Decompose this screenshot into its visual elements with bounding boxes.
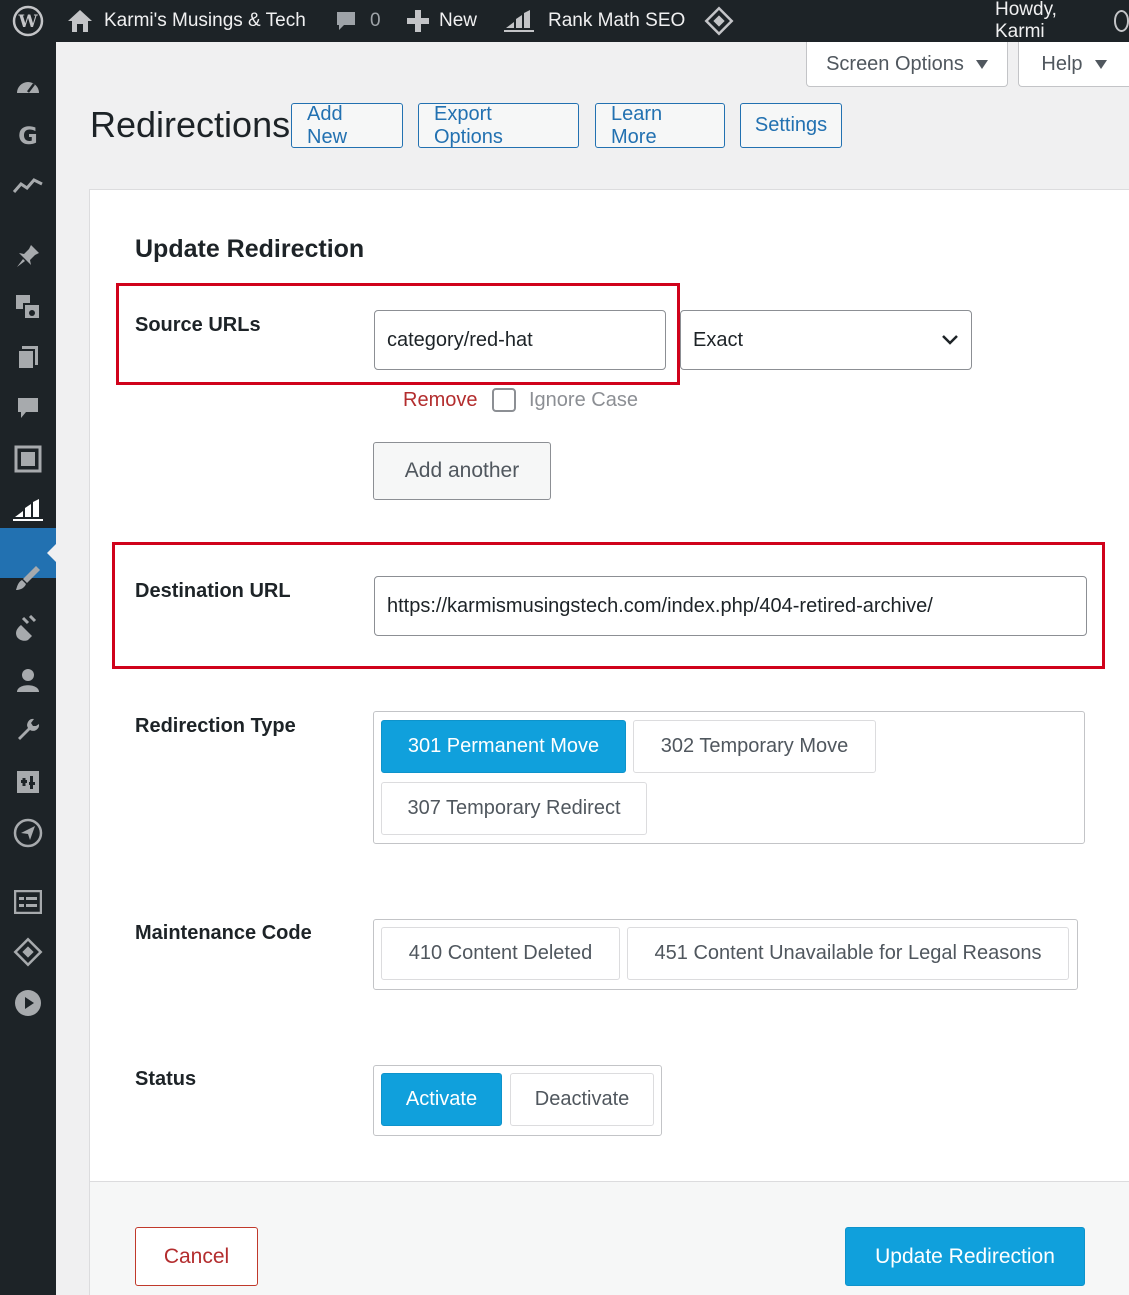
learn-more-button[interactable]: Learn More bbox=[595, 103, 725, 148]
destination-url-label: Destination URL bbox=[135, 580, 291, 602]
analytics-icon[interactable] bbox=[12, 169, 44, 201]
my-account-link[interactable]: Howdy, Karmi bbox=[995, 0, 1129, 42]
diamond-menu-icon[interactable] bbox=[12, 936, 44, 968]
settings-button[interactable]: Settings bbox=[740, 103, 842, 148]
rank-math-menu-icon[interactable] bbox=[12, 494, 44, 526]
cancel-button[interactable]: Cancel bbox=[135, 1227, 258, 1286]
ignore-case-checkbox[interactable] bbox=[492, 388, 516, 412]
rank-math-icon bbox=[504, 10, 534, 32]
appearance-brush-icon[interactable] bbox=[12, 562, 44, 594]
pages-icon[interactable] bbox=[12, 341, 44, 373]
form-title: Update Redirection bbox=[135, 235, 365, 263]
site-name: Karmi's Musings & Tech bbox=[104, 10, 306, 31]
triangle-down-icon bbox=[1094, 59, 1107, 69]
rank-math-label: Rank Math SEO bbox=[548, 10, 686, 31]
avatar bbox=[1113, 10, 1129, 32]
comments-icon[interactable] bbox=[12, 392, 44, 424]
screen-options-tab[interactable]: Screen Options bbox=[806, 42, 1008, 87]
remove-source-link[interactable]: Remove bbox=[403, 389, 477, 412]
match-type-select[interactable]: Exact bbox=[680, 310, 972, 370]
rank-math-link[interactable]: Rank Math SEO bbox=[504, 0, 685, 42]
home-icon bbox=[66, 8, 94, 34]
help-tab[interactable]: Help bbox=[1018, 42, 1129, 87]
chevron-down-icon bbox=[941, 329, 959, 352]
diamond-icon[interactable] bbox=[704, 0, 734, 42]
add-another-button[interactable]: Add another bbox=[373, 442, 551, 500]
add-new-button[interactable]: Add New bbox=[291, 103, 403, 148]
settings-plus-icon[interactable] bbox=[12, 766, 44, 798]
update-redirection-button[interactable]: Update Redirection bbox=[845, 1227, 1085, 1286]
maintenance-code-label: Maintenance Code bbox=[135, 922, 312, 944]
screen-options-label: Screen Options bbox=[826, 52, 964, 75]
ignore-case-label: Ignore Case bbox=[529, 389, 638, 411]
type-301-option[interactable]: 301 Permanent Move bbox=[381, 720, 626, 773]
match-type-value: Exact bbox=[693, 328, 744, 351]
admin-bar: W Karmi's Musings & Tech 0 New Rank Math… bbox=[0, 0, 1129, 42]
comments-count: 0 bbox=[370, 10, 381, 31]
redirection-type-label: Redirection Type bbox=[135, 715, 296, 737]
dashboard-icon[interactable] bbox=[12, 70, 44, 102]
site-home-link[interactable]: Karmi's Musings & Tech bbox=[66, 0, 306, 42]
wordpress-logo-icon[interactable]: W bbox=[12, 0, 44, 42]
play-icon[interactable] bbox=[12, 987, 44, 1019]
svg-text:W: W bbox=[17, 12, 38, 32]
tools-wrench-icon[interactable] bbox=[12, 715, 44, 747]
type-307-option[interactable]: 307 Temporary Redirect bbox=[381, 782, 647, 835]
status-label: Status bbox=[135, 1068, 197, 1090]
plus-icon bbox=[407, 10, 429, 32]
activate-option[interactable]: Activate bbox=[381, 1073, 502, 1126]
page-title: Redirections bbox=[90, 104, 291, 145]
plugins-icon[interactable] bbox=[12, 613, 44, 645]
source-urls-label: Source URLs bbox=[135, 314, 261, 336]
users-icon[interactable] bbox=[12, 664, 44, 696]
triangle-down-icon bbox=[975, 59, 988, 69]
source-url-input[interactable]: category/red-hat bbox=[374, 310, 666, 370]
code-451-option[interactable]: 451 Content Unavailable for Legal Reason… bbox=[627, 927, 1069, 980]
destination-url-input[interactable]: https://karmismusingstech.com/index.php/… bbox=[374, 576, 1087, 636]
posts-pin-icon[interactable] bbox=[12, 240, 44, 272]
media-icon[interactable] bbox=[12, 291, 44, 323]
new-label: New bbox=[439, 10, 478, 31]
comment-bubble-icon bbox=[334, 9, 358, 33]
type-302-option[interactable]: 302 Temporary Move bbox=[633, 720, 876, 773]
code-410-option[interactable]: 410 Content Deleted bbox=[381, 927, 620, 980]
send-icon[interactable] bbox=[12, 817, 44, 849]
new-content-link[interactable]: New bbox=[407, 0, 477, 42]
howdy-greeting: Howdy, Karmi bbox=[995, 0, 1057, 42]
google-site-kit-icon[interactable]: G bbox=[12, 119, 44, 151]
export-options-button[interactable]: Export Options bbox=[418, 103, 579, 148]
deactivate-option[interactable]: Deactivate bbox=[510, 1073, 654, 1126]
gallery-icon[interactable] bbox=[12, 443, 44, 475]
svg-text:G: G bbox=[18, 122, 38, 148]
forms-list-icon[interactable] bbox=[12, 886, 44, 918]
help-label: Help bbox=[1041, 52, 1083, 75]
comments-link[interactable]: 0 bbox=[334, 0, 381, 42]
